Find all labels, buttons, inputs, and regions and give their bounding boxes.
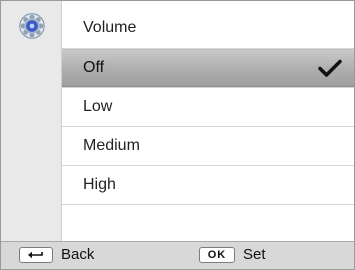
menu-item-low[interactable]: Low (62, 88, 354, 126)
back-label: Back (61, 246, 95, 263)
back-arrow-icon (28, 251, 43, 258)
back-button[interactable]: Back (19, 246, 94, 263)
menu-item-off[interactable]: Off (62, 49, 354, 87)
menu-item-label: Low (83, 98, 113, 115)
back-key (19, 246, 53, 263)
menu-item-label: Off (83, 59, 105, 76)
row-divider (62, 204, 354, 205)
menu-item-label: Medium (83, 137, 140, 154)
menu-title: Volume (83, 19, 137, 36)
menu-item-medium[interactable]: Medium (62, 127, 354, 165)
menu-item-label: High (83, 176, 116, 193)
ok-key: OK (199, 246, 235, 263)
menu-item-high[interactable]: High (62, 166, 354, 204)
settings-icon (19, 13, 45, 39)
menu-icon-column (1, 1, 62, 241)
bottom-bar: Back OK Set (1, 241, 354, 269)
set-button[interactable]: OK Set (199, 246, 266, 263)
set-label: Set (243, 246, 266, 263)
camera-menu-screen: Volume Off Low Medium High Back OK Set (0, 0, 355, 270)
check-icon (318, 59, 342, 77)
